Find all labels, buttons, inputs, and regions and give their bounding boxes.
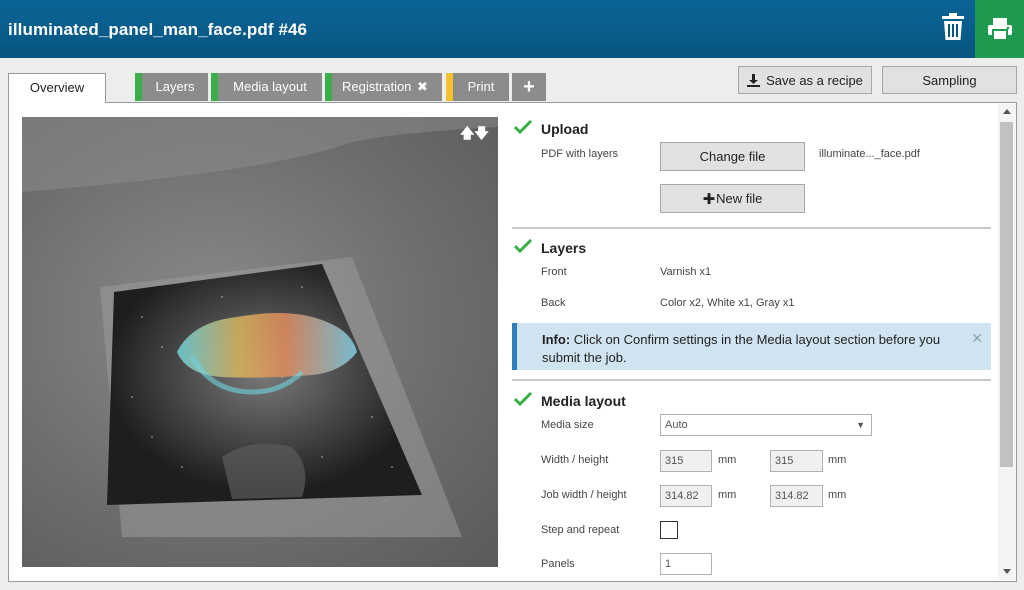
front-label: Front <box>541 266 567 278</box>
tab-label: Layers <box>155 79 195 94</box>
tab-layers[interactable]: Layers <box>135 73 208 101</box>
media-size-select[interactable]: Auto ▼ <box>660 414 872 436</box>
scrollbar[interactable] <box>998 104 1016 580</box>
section-title-media-layout: Media layout <box>541 393 626 409</box>
tab-media-layout[interactable]: Media layout <box>211 73 322 101</box>
close-icon[interactable]: ✕ <box>971 329 983 347</box>
info-banner: Info: Click on Confirm settings in the M… <box>512 323 991 370</box>
section-title-upload: Upload <box>541 121 589 137</box>
check-icon <box>514 392 532 406</box>
tab-print[interactable]: Print <box>446 73 509 101</box>
divider <box>512 227 991 229</box>
panels-input[interactable]: 1 <box>660 553 712 575</box>
back-label: Back <box>541 297 566 309</box>
job-height-unit: mm <box>828 489 847 501</box>
sampling-label: Sampling <box>922 72 977 88</box>
back-value: Color x2, White x1, Gray x1 <box>660 297 795 309</box>
front-value: Varnish x1 <box>660 266 712 278</box>
trash-icon[interactable] <box>940 12 966 42</box>
tab-label: Print <box>467 79 495 94</box>
scroll-up-icon[interactable] <box>1003 109 1011 114</box>
info-prefix: Info: <box>542 332 571 347</box>
tab-overview[interactable]: Overview <box>8 73 106 103</box>
caret-down-icon: ▼ <box>856 420 865 430</box>
new-file-button[interactable]: ✚ New file <box>660 184 805 213</box>
tab-registration[interactable]: Registration ✖ <box>325 73 442 101</box>
media-size-value: Auto <box>665 419 688 431</box>
new-file-label: New file <box>716 191 763 206</box>
download-icon <box>747 73 761 87</box>
print-button[interactable] <box>975 0 1024 58</box>
step-repeat-label: Step and repeat <box>541 524 620 536</box>
section-title-layers: Layers <box>541 240 587 256</box>
step-repeat-checkbox[interactable] <box>660 521 678 539</box>
change-file-label: Change file <box>699 149 766 164</box>
status-stripe <box>211 73 218 101</box>
printer-icon <box>987 18 1012 41</box>
status-stripe <box>446 73 453 101</box>
job-width-unit: mm <box>718 489 737 501</box>
sampling-button[interactable]: Sampling <box>882 66 1017 94</box>
divider <box>512 379 991 381</box>
scrollbar-thumb[interactable] <box>1000 122 1013 467</box>
check-icon <box>514 120 532 134</box>
plus-icon: ✚ <box>702 190 716 208</box>
app-header: illuminated_panel_man_face.pdf #46 <box>0 0 1024 58</box>
pdf-layers-label: PDF with layers <box>541 148 619 160</box>
height-unit: mm <box>828 454 847 466</box>
width-input[interactable]: 315 <box>660 450 712 472</box>
status-stripe <box>325 73 332 101</box>
job-title: illuminated_panel_man_face.pdf #46 <box>8 20 308 39</box>
preview-scene <box>22 117 498 537</box>
width-unit: mm <box>718 454 737 466</box>
check-icon <box>514 239 532 253</box>
add-tab-button[interactable]: + <box>512 73 546 101</box>
close-icon[interactable]: ✖ <box>417 79 428 94</box>
media-size-label: Media size <box>541 419 594 431</box>
job-width-input[interactable]: 314.82 <box>660 485 712 507</box>
tab-label: Media layout <box>233 79 307 94</box>
info-text: Click on Confirm settings in the Media l… <box>542 332 941 365</box>
status-stripe <box>135 73 142 101</box>
tab-label: Registration <box>342 79 412 94</box>
up-down-arrows-icon[interactable]: 🡅🡇 <box>460 123 489 147</box>
width-height-label: Width / height <box>541 454 609 466</box>
job-height-input[interactable]: 314.82 <box>770 485 823 507</box>
plus-icon: + <box>523 76 535 98</box>
panels-label: Panels <box>541 558 575 570</box>
print-preview[interactable]: 🡅🡇 <box>22 117 498 567</box>
save-recipe-label: Save as a recipe <box>766 72 863 88</box>
height-input[interactable]: 315 <box>770 450 823 472</box>
change-file-button[interactable]: Change file <box>660 142 805 171</box>
save-recipe-button[interactable]: Save as a recipe <box>738 66 872 94</box>
job-width-height-label: Job width / height <box>541 489 627 501</box>
file-name: illuminate..._face.pdf <box>819 148 920 160</box>
scroll-down-icon[interactable] <box>1003 569 1011 574</box>
